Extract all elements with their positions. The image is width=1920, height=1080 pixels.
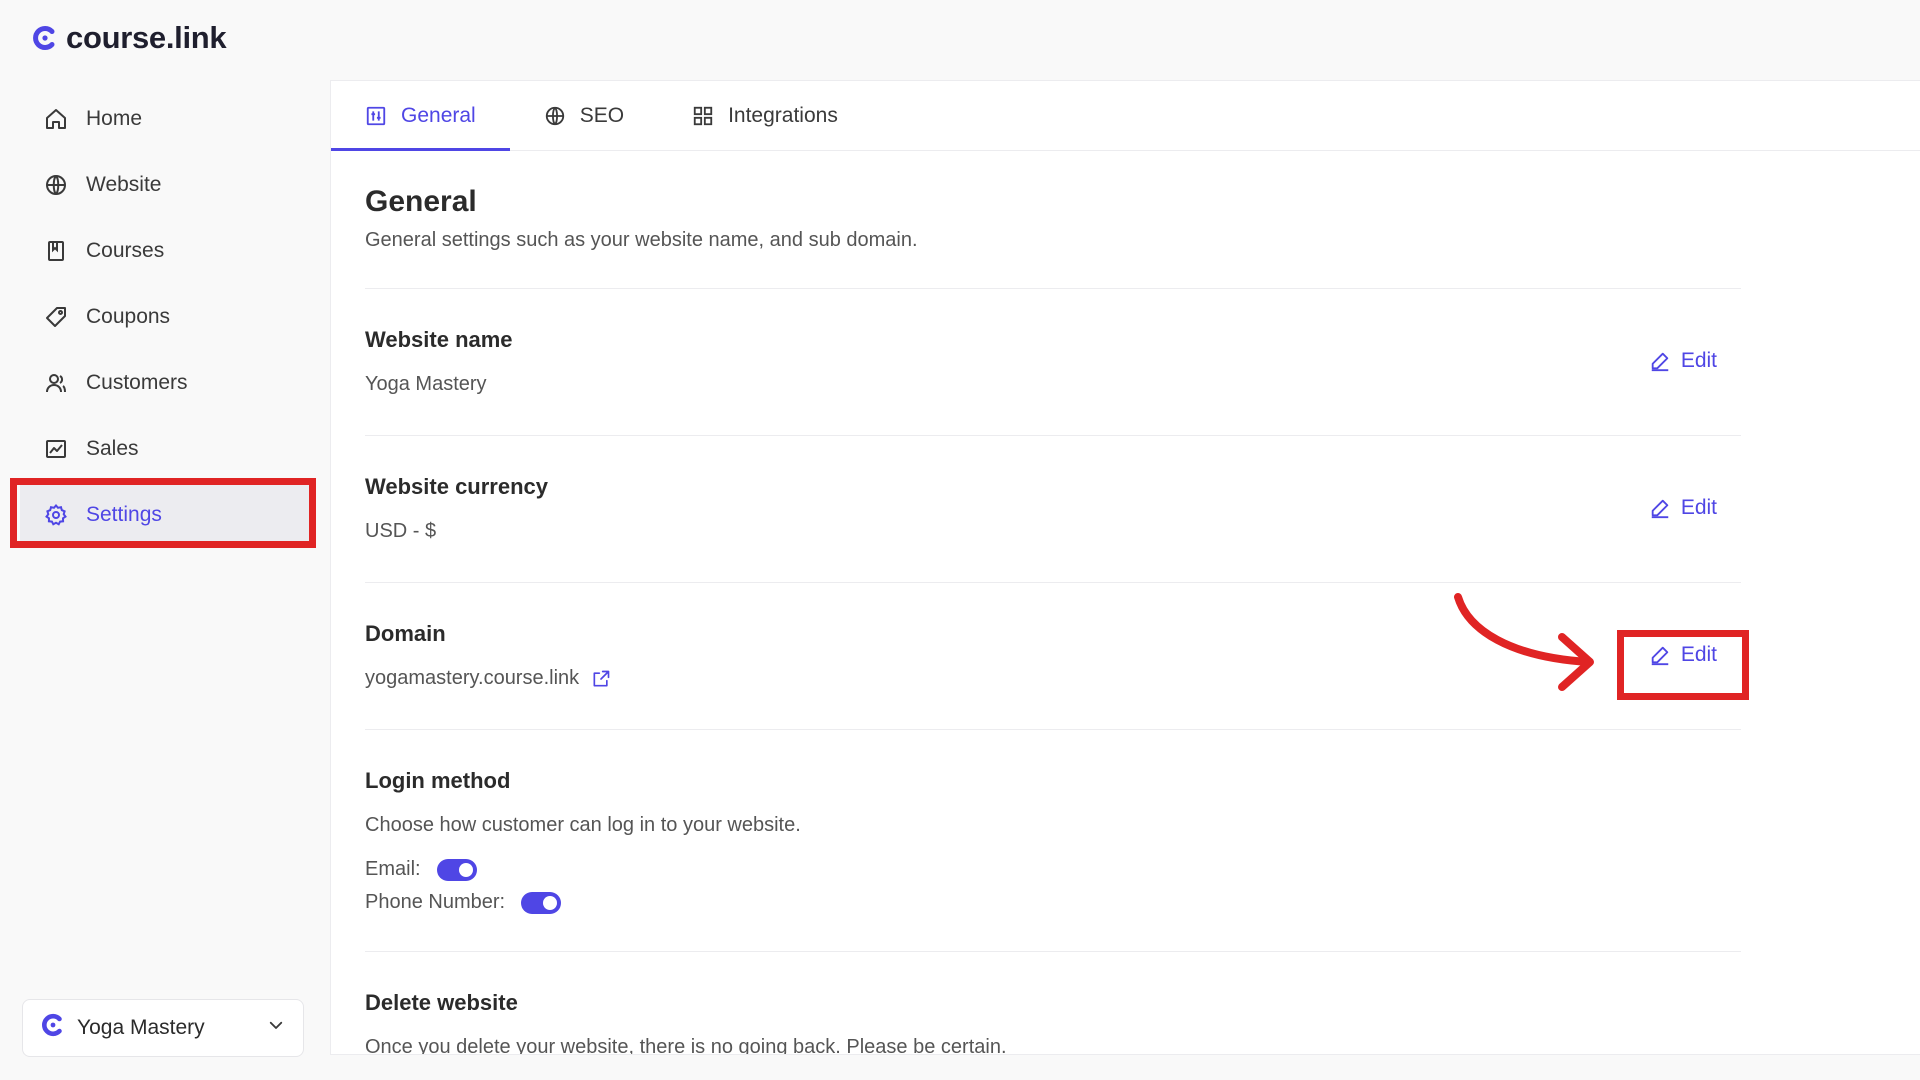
sidebar-item-home[interactable]: Home [20,86,310,152]
domain-link[interactable]: yogamastery.course.link [365,667,579,690]
website-name-value: Yoga Mastery [365,373,487,396]
general-settings-content: General General settings such as your we… [365,151,1741,1055]
website-currency-section: Website currency USD - $ Edit [365,436,1741,583]
site-switcher-label: Yoga Mastery [77,1016,205,1039]
section-value-text: USD - $ [365,520,437,542]
sidebar-item-label: Customers [86,371,188,394]
pencil-icon [1651,646,1669,666]
settings-tabs: General SEO Integrations [331,81,1920,151]
page-title: General [365,185,477,218]
sidebar-item-sales[interactable]: Sales [20,416,310,482]
delete-website-section: Delete website Once you delete your webs… [365,952,1741,1055]
section-value-text: Yoga Mastery [365,373,487,395]
sidebar-item-customers[interactable]: Customers [20,350,310,416]
pencil-icon [1651,352,1669,372]
tab-seo[interactable]: SEO [510,81,658,150]
phone-login-toggle[interactable] [521,891,562,914]
sidebar-item-courses[interactable]: Courses [20,218,310,284]
tab-label: General [401,103,476,127]
globe-icon [545,106,564,125]
sidebar-item-label: Website [86,173,162,196]
sidebar-item-website[interactable]: Website [20,152,310,218]
chart-icon [46,440,66,458]
edit-domain-button[interactable]: Edit [1649,643,1717,667]
sidebar-item-label: Courses [86,239,165,262]
sidebar-item-settings[interactable]: Settings [20,482,310,548]
logo-c-icon [32,25,58,51]
edit-label: Edit [1680,349,1717,372]
brand-logo[interactable]: course.link [32,20,227,56]
globe-icon [46,175,66,195]
tab-label: Integrations [728,103,838,127]
edit-label: Edit [1680,643,1717,666]
email-toggle-label: Email: [365,858,421,880]
users-icon [46,374,66,393]
sidebar-nav: Home Website Courses Coupons Customers S… [20,86,310,548]
gear-icon [45,503,67,526]
settings-panel: General SEO Integrations General General… [330,80,1920,1055]
sidebar-item-label: Coupons [86,305,171,328]
edit-website-currency-button[interactable]: Edit [1649,496,1717,520]
phone-toggle-label: Phone Number: [365,891,506,913]
section-title: Website currency [365,474,549,499]
grid-icon [693,106,713,125]
site-logo-icon [41,1013,65,1043]
section-title: Delete website [365,990,518,1015]
home-icon [46,109,66,129]
page-description: General settings such as your website na… [365,229,918,251]
login-method-section: Login method Choose how customer can log… [365,730,1741,952]
tab-general[interactable]: General [331,81,510,151]
phone-login-row: Phone Number: [365,891,562,914]
tag-icon [46,307,66,327]
section-title: Login method [365,768,511,793]
pencil-icon [1651,499,1669,519]
website-name-section: Website name Yoga Mastery Edit [365,289,1741,436]
chevron-down-icon [267,1016,285,1040]
email-login-toggle[interactable] [436,858,477,881]
external-link-icon[interactable] [591,669,611,689]
domain-value: yogamastery.course.link [365,667,611,690]
section-title: Domain [365,621,446,646]
section-title: Website name [365,327,513,352]
login-method-description: Choose how customer can log in to your w… [365,814,801,836]
tab-integrations[interactable]: Integrations [658,81,872,150]
email-login-row: Email: [365,858,477,881]
delete-website-description: Once you delete your website, there is n… [365,1036,1007,1055]
sidebar-item-coupons[interactable]: Coupons [20,284,310,350]
sidebar-item-label: Sales [86,437,139,460]
edit-label: Edit [1680,496,1717,519]
edit-website-name-button[interactable]: Edit [1649,349,1717,373]
website-currency-value: USD - $ [365,520,436,543]
tab-label: SEO [579,103,625,127]
book-icon [48,241,64,261]
sidebar-item-label: Settings [86,503,162,526]
domain-section: Domain yogamastery.course.link Edit [365,583,1741,730]
brand-name: course.link [66,20,227,55]
site-switcher[interactable]: Yoga Mastery [22,999,304,1057]
sidebar-item-label: Home [86,107,143,130]
sliders-icon [366,106,386,125]
